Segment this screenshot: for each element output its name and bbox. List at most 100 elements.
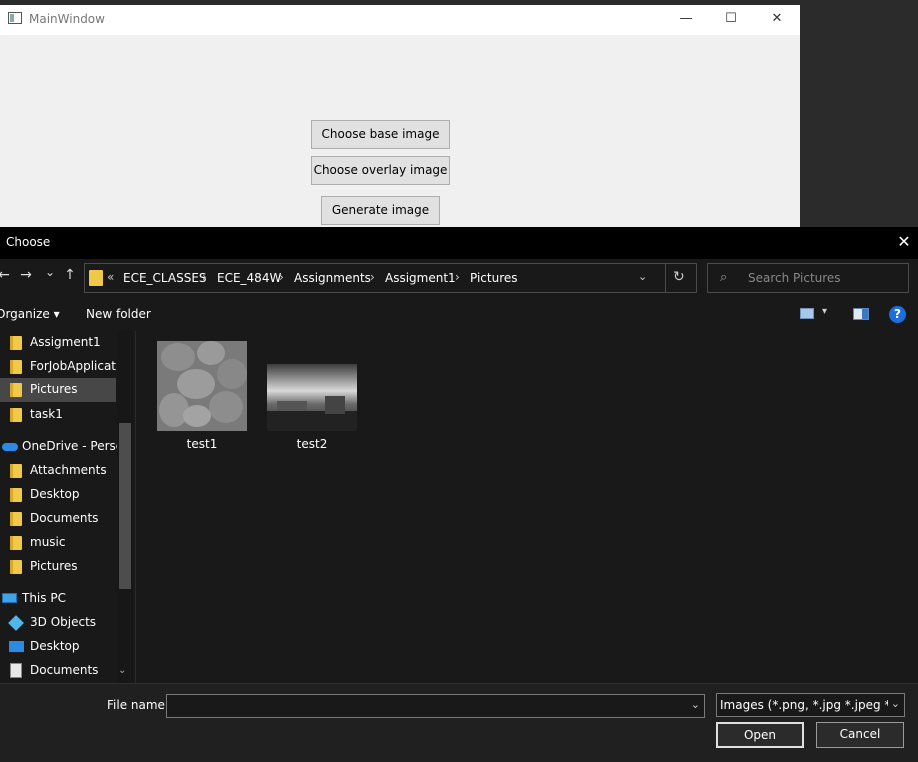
tree-item-3d-objects[interactable]: 3D Objects — [0, 611, 116, 635]
dialog-title: Choose — [6, 235, 51, 249]
search-placeholder: Search Pictures — [748, 271, 841, 285]
open-button[interactable]: Open — [716, 722, 804, 748]
divider — [665, 264, 666, 292]
tree-item-label: Pictures — [30, 559, 78, 573]
forward-icon[interactable]: → — [16, 267, 36, 283]
file-item-test1[interactable]: test1 — [157, 341, 247, 451]
tree-item-onedrive[interactable]: OneDrive - Person — [0, 435, 131, 459]
cancel-button[interactable]: Cancel — [816, 722, 904, 748]
cloud-icon — [2, 443, 18, 451]
tree-item-assigment1[interactable]: Assigment1 — [0, 331, 116, 355]
folder-icon — [10, 383, 22, 397]
computer-icon — [2, 593, 17, 603]
back-icon[interactable]: ← — [0, 267, 14, 283]
tree-item-label: Desktop — [30, 487, 80, 501]
breadcrumb-separator-icon[interactable]: › — [370, 270, 375, 284]
tree-item-label: This PC — [22, 591, 66, 605]
search-icon: ⌕ — [720, 270, 728, 285]
document-icon — [10, 663, 22, 678]
main-window: MainWindow — ☐ ✕ Choose base image Choos… — [0, 5, 800, 231]
scrollbar-thumb[interactable] — [119, 423, 131, 589]
tree-item-label: task1 — [30, 407, 63, 421]
tree-item-label: Desktop — [30, 639, 80, 653]
file-name-label: test2 — [296, 437, 328, 451]
tree-item-label: Documents — [30, 511, 99, 525]
folder-icon — [10, 408, 22, 422]
maximize-icon[interactable]: ☐ — [708, 5, 754, 35]
help-icon[interactable]: ? — [889, 306, 906, 323]
new-folder-button[interactable]: New folder — [86, 307, 151, 321]
tree-item-label: ForJobApplicatio — [30, 359, 127, 373]
file-type-select[interactable]: Images (*.png, *.jpg *.jpeg *.bmp) ⌄ — [716, 693, 905, 717]
breadcrumb-ece-classes[interactable]: ECE_CLASSES — [123, 271, 207, 285]
breadcrumb-separator-icon[interactable]: › — [202, 270, 207, 284]
dialog-close-icon[interactable]: ✕ — [890, 231, 918, 255]
breadcrumb-separator-icon[interactable]: › — [279, 270, 284, 284]
organize-button[interactable]: Organize ▾ — [0, 307, 60, 321]
search-input[interactable]: ⌕ Search Pictures — [707, 263, 909, 293]
minimize-icon[interactable]: — — [663, 5, 709, 35]
view-options-chevron-icon[interactable]: ▾ — [822, 306, 827, 317]
app-icon — [8, 12, 22, 24]
chevron-down-icon[interactable]: ⌄ — [638, 270, 647, 283]
folder-icon — [10, 560, 22, 574]
change-view-icon[interactable] — [800, 308, 814, 319]
breadcrumb-ece-484w[interactable]: ECE_484W — [217, 271, 281, 285]
dialog-titlebar: Choose ✕ — [0, 227, 918, 259]
recent-locations-icon[interactable]: ⌄ — [40, 265, 60, 279]
breadcrumb-pictures[interactable]: Pictures — [470, 271, 518, 285]
tree-item-pictures[interactable]: Pictures — [0, 555, 116, 579]
cube-icon — [8, 615, 24, 631]
tree-item-documents[interactable]: Documents — [0, 507, 116, 531]
file-name-field-label: File name: — [107, 698, 169, 712]
file-type-value: Images (*.png, *.jpg *.jpeg *.bmp) — [720, 698, 888, 712]
folder-icon — [10, 360, 22, 374]
file-name-input[interactable]: ⌄ — [166, 694, 705, 718]
tree-item-label: Documents — [30, 663, 99, 677]
tree-item-task1[interactable]: task1 — [0, 403, 116, 427]
chevron-down-icon[interactable]: ⌄ — [891, 697, 900, 710]
tree-item-label: Assigment1 — [30, 335, 101, 349]
tree-item-desktop[interactable]: Desktop — [0, 483, 116, 507]
tree-item-label: 3D Objects — [30, 615, 97, 629]
tree-item-attachments[interactable]: Attachments — [0, 459, 116, 483]
tree-item-label: Pictures — [30, 382, 78, 396]
tree-item-this-pc[interactable]: This PC — [0, 587, 116, 611]
main-titlebar: MainWindow — ☐ ✕ — [0, 5, 800, 35]
breadcrumb-assignments[interactable]: Assignments — [294, 271, 371, 285]
address-bar[interactable]: « ECE_CLASSES › ECE_484W › Assignments ›… — [84, 263, 697, 293]
thumbnail-image — [157, 341, 247, 431]
main-window-title: MainWindow — [29, 12, 105, 26]
file-dialog: Choose ✕ ← → ⌄ ↑ « ECE_CLASSES › ECE_484… — [0, 227, 918, 762]
desktop-icon — [9, 641, 24, 652]
tree-item-forjobapplication[interactable]: ForJobApplicatio — [0, 355, 127, 379]
tree-item-label: music — [30, 535, 66, 549]
tree-item-label: OneDrive - Person — [22, 439, 131, 453]
breadcrumb-separator-icon[interactable]: › — [455, 270, 460, 284]
folder-icon — [10, 488, 22, 502]
refresh-icon[interactable]: ↻ — [673, 269, 685, 285]
up-folder-icon[interactable]: ↑ — [60, 267, 80, 283]
preview-pane-icon[interactable] — [853, 308, 869, 320]
file-name-label: test1 — [186, 437, 218, 451]
folder-icon — [10, 464, 22, 478]
scroll-down-icon[interactable]: ⌄ — [118, 665, 126, 676]
breadcrumb-assigment1[interactable]: Assigment1 — [385, 271, 456, 285]
tree-item-pictures-selected[interactable]: Pictures — [0, 378, 116, 402]
file-item-test2[interactable]: test2 — [267, 341, 357, 451]
dialog-footer: File name: ⌄ Images (*.png, *.jpg *.jpeg… — [0, 683, 918, 762]
tree-item-pc-desktop[interactable]: Desktop — [0, 635, 116, 659]
choose-base-image-button[interactable]: Choose base image — [311, 120, 450, 149]
folder-icon — [10, 512, 22, 526]
close-icon[interactable]: ✕ — [754, 5, 800, 35]
chevron-down-icon[interactable]: ⌄ — [691, 698, 700, 711]
tree-item-pc-documents[interactable]: Documents — [0, 659, 116, 683]
overflow-icon[interactable]: « — [107, 270, 114, 284]
choose-overlay-image-button[interactable]: Choose overlay image — [311, 156, 450, 185]
generate-image-button[interactable]: Generate image — [321, 196, 440, 225]
tree-item-music[interactable]: music — [0, 531, 116, 555]
file-list: test1 test2 — [136, 331, 918, 683]
navigation-pane: Assigment1 ForJobApplicatio Pictures tas… — [0, 331, 136, 683]
tree-item-label: Attachments — [30, 463, 107, 477]
folder-icon — [10, 536, 22, 550]
